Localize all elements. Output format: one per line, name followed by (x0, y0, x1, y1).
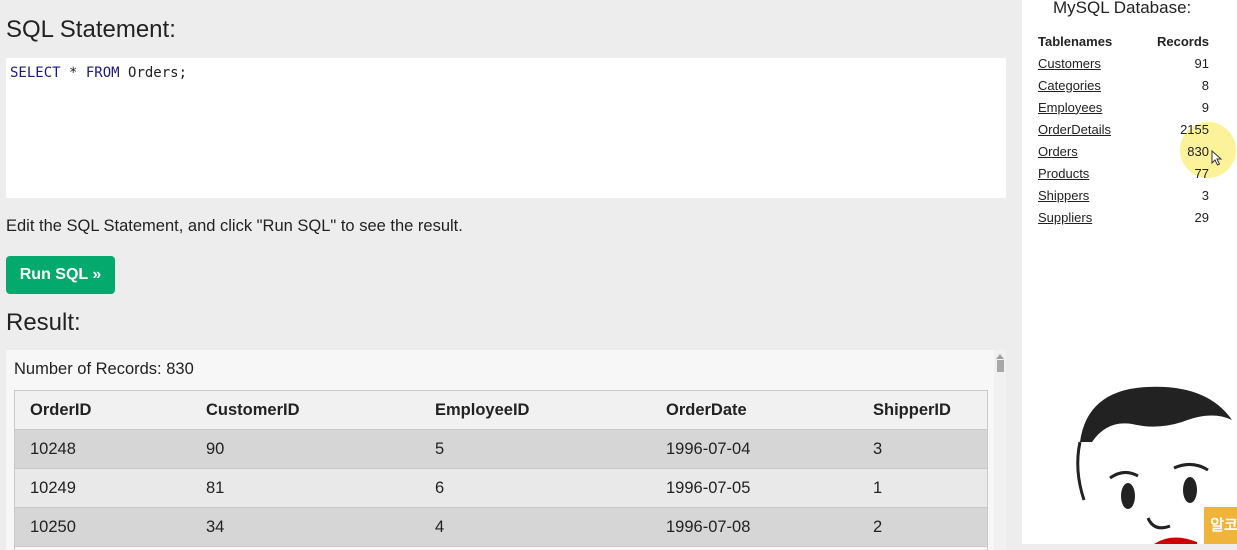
tablenames-header: Tablenames (1038, 33, 1113, 49)
table-link[interactable]: Shippers (1038, 188, 1089, 203)
table-link[interactable]: Customers (1038, 56, 1101, 71)
table-link[interactable]: Products (1038, 166, 1089, 181)
table-link[interactable]: OrderDetails (1038, 122, 1111, 137)
table-entry-shippers: Shippers 3 (1038, 184, 1209, 206)
table-entry-orderdetails: OrderDetails 2155 (1038, 118, 1209, 140)
sql-text-rest: Orders; (119, 65, 188, 81)
table-link[interactable]: Orders (1038, 144, 1078, 159)
table-entry-orders: Orders 830 (1038, 140, 1209, 162)
table-cell: 1996-07-08 (650, 507, 857, 547)
table-row: 10249 81 6 1996-07-05 1 (14, 468, 988, 508)
tables-list: Tablenames Records Customers 91 Categori… (1038, 30, 1209, 228)
channel-badge: 알코 (1204, 507, 1237, 544)
sql-keyword-from: FROM (85, 65, 120, 81)
table-cell: 1996-07-04 (650, 429, 857, 469)
number-of-records: Number of Records: 830 (14, 360, 194, 378)
table-cell: 2 (857, 507, 988, 547)
table-cell: 1 (857, 468, 988, 508)
main-panel: SQL Statement: SELECT * FROM Orders; Edi… (0, 0, 1022, 550)
table-entry-suppliers: Suppliers 29 (1038, 206, 1209, 228)
table-entry-customers: Customers 91 (1038, 52, 1209, 74)
table-cell: 6 (419, 468, 650, 508)
edit-hint: Edit the SQL Statement, and click "Run S… (6, 217, 463, 235)
record-count: 830 (1187, 143, 1209, 159)
column-header: OrderDate (650, 390, 857, 430)
table-row: 10248 90 5 1996-07-04 3 (14, 429, 988, 469)
scroll-up-arrow-icon[interactable] (996, 354, 1004, 359)
table-link[interactable]: Employees (1038, 100, 1102, 115)
record-count: 3 (1201, 187, 1209, 203)
result-panel[interactable]: Number of Records: 830 OrderID CustomerI… (6, 350, 1006, 550)
database-sidebar: MySQL Database: Tablenames Records Custo… (1022, 0, 1237, 544)
table-link[interactable]: Categories (1038, 78, 1101, 93)
record-count: 9 (1201, 99, 1209, 115)
table-row: 10250 34 4 1996-07-08 2 (14, 507, 988, 547)
sql-editor[interactable]: SELECT * FROM Orders; (6, 58, 1006, 198)
scroll-thumb[interactable] (997, 360, 1004, 372)
column-header: CustomerID (190, 390, 419, 430)
column-header: OrderID (14, 390, 190, 430)
records-header: Records (1156, 33, 1209, 49)
sql-keyword-select: SELECT (10, 65, 61, 81)
table-cell: 10248 (14, 429, 190, 469)
table-cell: 10249 (14, 468, 190, 508)
run-sql-button[interactable]: Run SQL » (6, 256, 115, 294)
result-table: OrderID CustomerID EmployeeID OrderDate … (14, 390, 988, 547)
table-entry-employees: Employees 9 (1038, 96, 1209, 118)
table-link[interactable]: Suppliers (1038, 210, 1092, 225)
result-scrollbar[interactable] (994, 350, 1006, 550)
table-entry-categories: Categories 8 (1038, 74, 1209, 96)
record-count: 2155 (1180, 121, 1209, 137)
table-cell: 34 (190, 507, 419, 547)
column-header: ShipperID (857, 390, 988, 430)
record-count: 29 (1194, 209, 1209, 225)
mouse-pointer-icon (1211, 150, 1223, 166)
table-cell: 81 (190, 468, 419, 508)
record-count: 77 (1194, 165, 1209, 181)
table-cell: 10250 (14, 507, 190, 547)
table-cell: 1996-07-05 (650, 468, 857, 508)
record-count: 91 (1194, 55, 1209, 71)
table-cell: 3 (857, 429, 988, 469)
table-cell: 5 (419, 429, 650, 469)
sql-text: * (60, 65, 86, 81)
table-cell: 4 (419, 507, 650, 547)
result-heading: Result: (6, 309, 81, 336)
database-title: MySQL Database: (1053, 0, 1192, 17)
record-count: 8 (1201, 77, 1209, 93)
column-header: EmployeeID (419, 390, 650, 430)
sql-heading: SQL Statement: (6, 16, 176, 43)
table-entry-products: Products 77 (1038, 162, 1209, 184)
table-cell: 90 (190, 429, 419, 469)
table-header-row: OrderID CustomerID EmployeeID OrderDate … (14, 390, 988, 430)
tables-header-row: Tablenames Records (1038, 30, 1209, 52)
